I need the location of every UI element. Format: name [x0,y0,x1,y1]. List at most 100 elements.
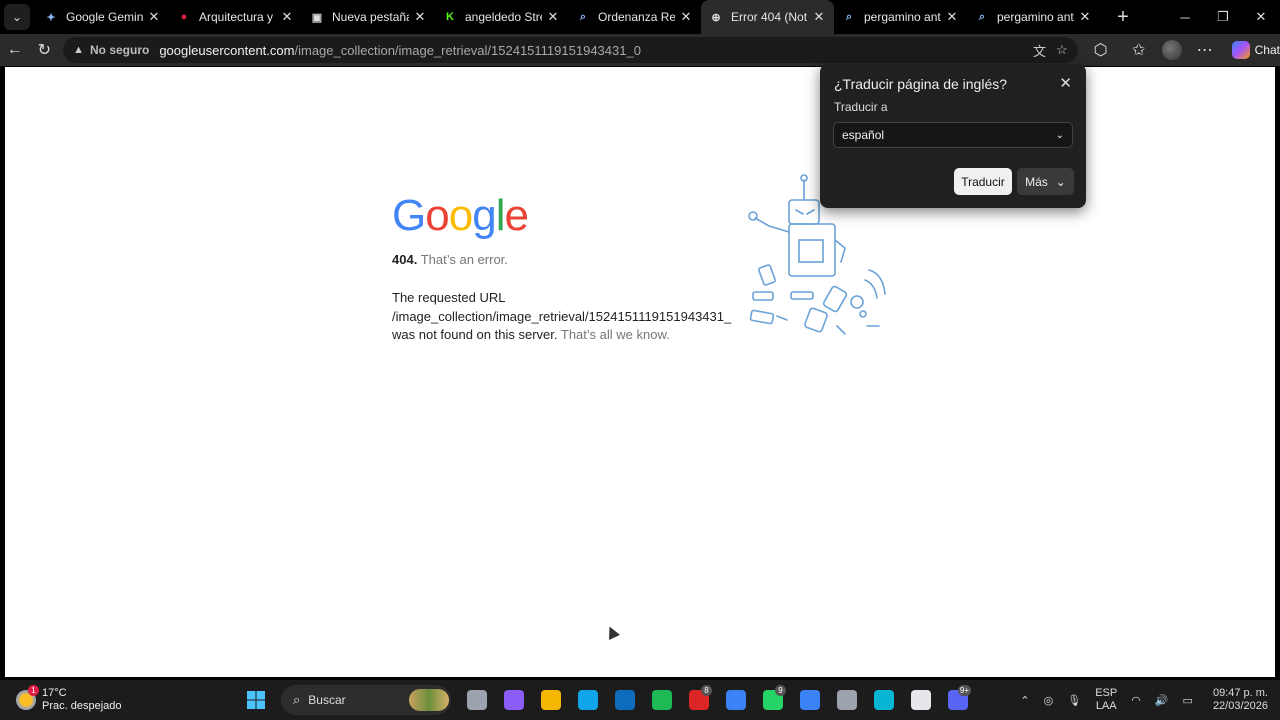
tab-search-button[interactable]: ⌄ [4,4,30,30]
edge-icon [577,690,598,710]
tab-title: Error 404 (Not Foun [731,10,808,24]
file-explorer-app[interactable] [535,685,566,716]
browser-tab[interactable]: Kangeldedo Stream ✕ [435,0,568,34]
message-text: was not found on this server. [392,327,558,342]
tab-favicon: ⌕ [845,10,853,23]
tab-close-icon[interactable]: ✕ [1078,9,1092,25]
profile-avatar[interactable] [1161,40,1182,60]
clock[interactable]: 09:47 p. m. 22/03/2026 [1213,687,1268,713]
browser-tab[interactable]: ⌕ pergamino antiguo ✕ [967,0,1100,34]
more-options-button[interactable]: Más ⌄ [1017,168,1074,195]
logo-letter: G [392,191,426,240]
star-icon[interactable]: ☆ [1056,42,1068,58]
settings-icon [836,690,857,710]
more-menu-icon[interactable]: ⋯ [1190,35,1220,65]
new-tab-button[interactable]: + [1108,6,1138,29]
browser-tab[interactable]: ⊕ Error 404 (Not Foun ✕ [701,0,834,34]
spotify-app[interactable] [646,685,677,716]
translate-icon[interactable]: 文 [1033,41,1046,60]
app-badge: 8 [701,684,712,696]
taskbar-apps: ⌕ Buscar 8 9 9+ [240,680,973,720]
tab-favicon: K [446,11,454,23]
task-view-app[interactable] [461,685,492,716]
tab-favicon: ▣ [311,11,323,24]
start-button[interactable] [240,685,271,716]
copilot-app[interactable] [498,685,529,716]
time: 09:47 p. m. [1212,687,1268,699]
address-bar[interactable]: ▲ No seguro googleusercontent.com/image_… [63,37,1078,63]
close-window-button[interactable]: ✕ [1242,0,1280,34]
error-heading: 404. That’s an error. [392,252,508,267]
tab-close-icon[interactable]: ✕ [413,9,427,25]
spotify-icon [651,690,672,710]
weather-temp: 17°C [42,687,67,699]
language-select[interactable]: español ⌄ [833,122,1073,148]
chatgpt-app[interactable] [905,685,936,716]
roblox-app[interactable] [794,685,825,716]
canva-app[interactable] [868,685,899,716]
weather-widget[interactable]: 1 17°C Prac. despejado [16,685,216,713]
tab-title: angeldedo Stream [465,10,542,24]
browser-tab[interactable]: ✦ Google Gemini ✕ [36,0,169,34]
chevron-down-icon: ⌄ [1055,129,1064,141]
lexmark-app[interactable]: 8 [683,684,714,716]
tab-close-icon[interactable]: ✕ [546,9,560,25]
chevron-down-icon: ⌄ [1055,174,1066,189]
input-language[interactable]: ESP LAA [1095,687,1117,713]
error-message: The requested URL /image_collection/imag… [392,289,732,345]
url-host: googleusercontent.com [159,42,295,58]
edge-app[interactable] [572,685,603,716]
windows-icon [246,691,265,709]
translate-title: ¿Traducir página de inglés? [834,76,1008,92]
settings-app[interactable] [831,685,862,716]
store-app[interactable] [720,685,751,716]
tab-close-icon[interactable]: ✕ [945,9,959,25]
browser-tab[interactable]: ▣ Nueva pestaña ✕ [302,0,435,34]
outlook-app[interactable] [609,685,640,716]
tab-close-icon[interactable]: ✕ [679,9,693,25]
tab-title: pergamino antiguo [997,10,1074,24]
more-label: Más [1025,174,1048,189]
tab-close-icon[interactable]: ✕ [280,9,294,25]
taskbar-search[interactable]: ⌕ Buscar [281,685,451,715]
tab-close-icon[interactable]: ✕ [147,9,161,25]
security-label[interactable]: No seguro [90,43,149,57]
message-line: was not found on this server. That’s all… [392,326,732,345]
volume-icon[interactable]: 🔊 [1155,694,1169,707]
app-badge: 9+ [957,684,971,696]
message-suffix: That’s all we know. [560,327,670,342]
copilot-chat-button[interactable]: Chat [1231,41,1280,59]
close-icon[interactable]: ✕ [1059,74,1072,92]
whatsapp-app[interactable]: 9 [757,684,788,716]
chatgpt-icon [910,690,931,710]
translate-button[interactable]: Traducir [954,168,1012,195]
tab-strip: ⌄ ✦ Google Gemini ✕ ● Arquitectura y urba ✕ ▣ N… [0,0,1280,34]
selected-language: español [842,128,885,142]
minimize-button[interactable]: ─ [1166,0,1204,34]
battery-icon[interactable]: ▭ [1183,694,1193,707]
favorites-icon[interactable]: ✩ [1124,35,1154,65]
tab-favicon: ⌕ [579,10,587,23]
reload-button[interactable]: ↻ [30,35,60,65]
discord-app[interactable]: 9+ [942,684,973,716]
tab-favicon: ● [180,11,188,23]
tab-title: Ordenanza Real de [598,10,675,24]
browser-tab[interactable]: ⌕ pergamino antiguo ✕ [834,0,967,34]
search-highlight-image [409,689,449,711]
browser-toolbar: ← ↻ ▲ No seguro googleusercontent.com/im… [0,34,1280,66]
browser-tab[interactable]: ⌕ Ordenanza Real de ✕ [568,0,701,34]
tab-close-icon[interactable]: ✕ [812,9,826,25]
wifi-icon[interactable]: ◠ [1131,694,1141,707]
copilot-icon [503,690,524,710]
message-line: The requested URL [392,290,506,305]
microphone-icon[interactable]: 🎙 [1067,694,1081,707]
message-url: /image_collection/image_retrieval/152415… [392,308,732,324]
error-text: That’s an error. [420,252,508,267]
maximize-button[interactable]: ❐ [1204,0,1242,34]
chevron-up-icon[interactable]: ⌃ [1020,694,1029,707]
back-button[interactable]: ← [0,35,30,65]
extensions-icon[interactable]: ⬡ [1086,35,1116,65]
browser-tab[interactable]: ● Arquitectura y urba ✕ [169,0,302,34]
sync-icon[interactable]: ◎ [1044,694,1054,707]
translate-popup: ¿Traducir página de inglés? ✕ Traducir a… [820,64,1086,208]
